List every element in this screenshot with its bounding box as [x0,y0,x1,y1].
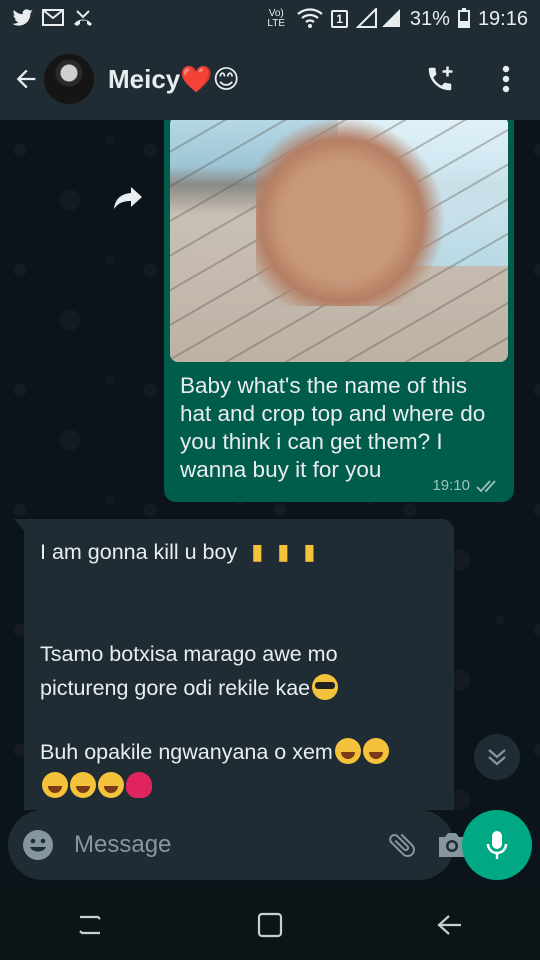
paperclip-icon [389,833,415,858]
middle-finger-emoji: ▮ [277,539,290,564]
add-call-icon [428,66,453,91]
forward-icon [114,187,142,209]
emoji-icon [23,830,53,860]
avatar[interactable] [44,54,94,104]
clock: 19:16 [477,7,528,30]
laughing-emoji [70,772,96,798]
home-icon [257,912,283,938]
incoming-text-2: Tsamo botxisa marago awe mo [40,642,338,666]
message-time: 19:10 [432,477,470,494]
more-options-icon [502,65,510,93]
middle-finger-emoji: ▮ [303,539,316,564]
scroll-to-bottom-button[interactable] [474,734,520,780]
incoming-text-1: I am gonna kill u boy [40,540,238,564]
system-back-button[interactable] [420,895,480,955]
voice-message-button[interactable] [462,810,532,880]
outgoing-message-bubble[interactable]: Baby what's the name of this hat and cro… [164,120,514,502]
home-button[interactable] [240,895,300,955]
signal-icon [355,6,402,31]
arrow-left-icon [16,69,36,89]
double-chevron-down-icon [488,749,506,766]
chat-header: Meicy❤️😊 [0,38,540,120]
incoming-line-4: Buh opakile ngwanyana o xem [40,735,438,769]
volte-icon: Vo) LTE [267,8,286,29]
gmail-icon [42,9,64,29]
incoming-line-5 [40,769,438,803]
system-navigation-bar [0,890,540,960]
recent-apps-button[interactable] [60,895,120,955]
status-bar: Vo) LTE 1 31% 19:16 [0,0,540,38]
incoming-line-1: I am gonna kill u boy ▮ ▮ ▮ [40,535,438,569]
laughing-emoji [98,772,124,798]
heart-emoji [126,772,152,798]
wifi-icon [297,7,323,31]
battery-percent: 31% [409,7,450,30]
message-photo[interactable] [170,120,508,362]
incoming-message-bubble[interactable]: I am gonna kill u boy ▮ ▮ ▮ Tsamo botxis… [24,519,454,810]
message-composer [8,810,465,880]
more-options-button[interactable] [482,55,530,103]
attach-button[interactable] [386,825,418,865]
sunglasses-emoji [312,674,339,700]
recent-apps-icon [79,915,101,935]
microphone-icon [486,831,508,859]
laughing-emoji [42,772,68,798]
chat-area[interactable]: Baby what's the name of this hat and cro… [0,120,540,810]
contact-name[interactable]: Meicy❤️😊 [108,64,416,95]
sim-badge: 1 [331,10,348,28]
incoming-line-3: pictureng gore odi rekile kae [40,671,438,705]
laughing-emoji [362,738,389,764]
battery-icon [457,7,470,31]
photo-subject [256,120,446,306]
missed-call-icon [72,9,94,30]
message-meta: 19:10 [432,477,500,494]
arrow-left-icon [437,915,461,935]
middle-finger-emoji: ▮ [251,539,264,564]
emoji-button[interactable] [22,825,54,865]
twitter-icon [12,8,34,30]
add-call-button[interactable] [416,55,464,103]
status-bar-notifications [12,8,94,30]
outgoing-message-text: Baby what's the name of this hat and cro… [180,373,486,482]
double-check-icon [476,479,496,492]
incoming-text-3: pictureng gore odi rekile kae [40,676,311,700]
incoming-text-4: Buh opakile ngwanyana o xem [40,740,333,764]
message-input[interactable] [72,830,386,860]
laughing-emoji [334,738,361,764]
back-button[interactable] [2,55,50,103]
forward-button[interactable] [106,176,150,220]
status-bar-system: Vo) LTE 1 31% 19:16 [263,6,528,31]
